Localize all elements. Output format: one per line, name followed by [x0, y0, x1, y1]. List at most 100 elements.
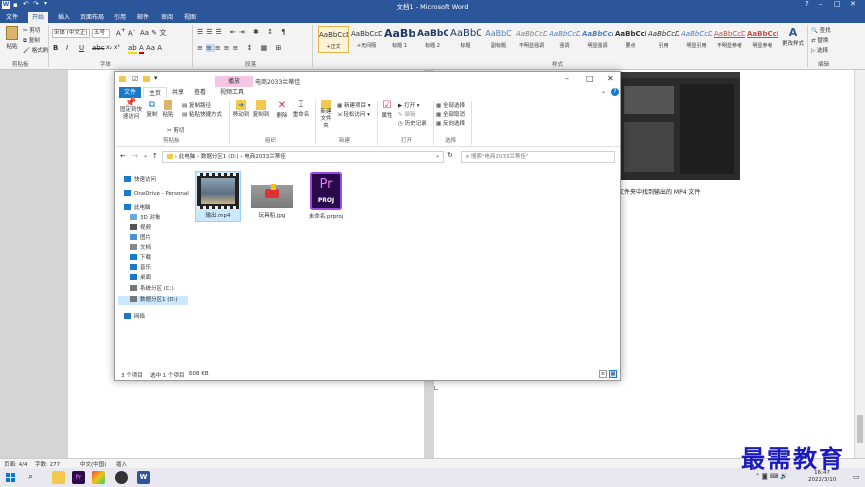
nav-item-11[interactable]: 数据分区1 (D:) — [118, 296, 188, 305]
edit-button[interactable]: ✎ 编辑 — [398, 110, 415, 118]
new-item-button[interactable]: ▦ 新建项目 ▾ — [337, 101, 370, 109]
explorer-tab-video-tools[interactable]: 视频工具 — [215, 87, 249, 98]
style-11[interactable]: AaBbCcDd 明显引用 — [681, 26, 712, 53]
new-folder-qat-icon[interactable] — [143, 76, 150, 82]
forward-icon[interactable]: → — [132, 152, 138, 160]
open-button[interactable]: ▶ 打开 ▾ — [398, 101, 420, 109]
tab-insert[interactable]: 插入 — [54, 12, 74, 23]
style-2[interactable]: AaBb 标题 1 — [384, 26, 415, 53]
chrome-taskbar-icon[interactable] — [115, 471, 128, 484]
notification-icon[interactable]: ▭ — [853, 473, 860, 481]
details-view-icon[interactable]: ≡ — [599, 370, 607, 378]
style-13[interactable]: AaBbCcDd 明显参考 — [747, 26, 778, 53]
word-taskbar-icon[interactable]: W — [137, 471, 150, 484]
style-10[interactable]: AaBbCcDd 引用 — [648, 26, 679, 53]
nav-item-3[interactable]: 3D 对象 — [118, 214, 160, 223]
file-item-mp4[interactable]: 输出.mp4 — [195, 171, 241, 222]
font-color-icon[interactable]: ab A Aa A — [128, 44, 162, 54]
help-icon[interactable]: ? — [805, 0, 809, 8]
cut-button[interactable]: ✂ 剪切 — [167, 126, 184, 134]
font-name-select[interactable]: 宋体 (中文正) — [52, 29, 90, 38]
file-item-prproj[interactable]: Pr PROJ 未命名.prproj — [303, 172, 349, 220]
nav-item-9[interactable]: 桌面 — [118, 274, 151, 283]
paste-button[interactable]: 粘贴 — [161, 100, 175, 118]
pin-quick-access-button[interactable]: 📌 固定到快速访问 — [118, 99, 144, 121]
style-3[interactable]: AaBbC 标题 2 — [417, 26, 448, 53]
properties-qat-icon[interactable]: ☑ — [132, 75, 138, 83]
word-count[interactable]: 字数: 277 — [35, 460, 60, 468]
copy-button[interactable]: ⧉ 复制 — [23, 36, 40, 45]
delete-button[interactable]: ✕ 删除 — [275, 100, 289, 119]
tab-page-layout[interactable]: 页面布局 — [76, 12, 108, 23]
explorer-tab-share[interactable]: 共享 — [167, 87, 189, 98]
replace-button[interactable]: ⇄ 替换 — [811, 36, 828, 44]
invert-selection-button[interactable]: ▦ 反向选择 — [436, 119, 465, 127]
breadcrumb-drive[interactable]: 数据分区1 (D:) — [201, 154, 239, 160]
explorer-tab-home[interactable]: 主页 — [143, 87, 168, 98]
premiere-taskbar-icon[interactable]: Pr — [72, 471, 85, 484]
grow-font-icon[interactable]: A+ A- — [116, 28, 135, 37]
qat-dropdown-icon[interactable]: ▾ — [154, 74, 158, 82]
breadcrumb-folder[interactable]: 电商2033兰蒂佳 — [244, 154, 286, 160]
cut-button[interactable]: ✂ 剪切 — [23, 26, 40, 34]
explorer-maximize-icon[interactable]: □ — [586, 74, 594, 83]
tab-review[interactable]: 审阅 — [157, 12, 177, 23]
style-8[interactable]: AaBbCcDd 明显强调 — [582, 26, 613, 53]
bullets-icon[interactable]: ☰☰☰ ⇤⇥ ✱ ↕ ¶ — [197, 28, 289, 36]
page-count[interactable]: 页面: 4/4 — [4, 460, 27, 468]
properties-button[interactable]: ☑ 属性 — [380, 100, 394, 119]
explorer-close-icon[interactable]: ✕ — [607, 74, 614, 83]
system-tray[interactable]: ⌃ ◙ ⌨ 🔊 — [755, 473, 788, 480]
align-icons[interactable]: ≡≡≡≡≡ ↕ ▦ ⊞ — [197, 44, 284, 52]
scroll-thumb[interactable] — [857, 415, 863, 443]
search-icon[interactable]: ⌕ — [24, 471, 37, 484]
tab-home[interactable]: 开始 — [28, 12, 49, 23]
style-0[interactable]: AaBbCcDd +正文 — [318, 26, 349, 53]
nav-item-0[interactable]: 快速访问 — [118, 176, 156, 185]
style-6[interactable]: AaBbCcDd 不明显强调 — [516, 26, 547, 53]
subscript-icon[interactable]: x₂ x² — [106, 44, 120, 51]
copy-button[interactable]: ⧉ 复制 — [145, 100, 159, 118]
nav-item-2[interactable]: 此电脑 — [118, 204, 151, 213]
file-item-jpg[interactable]: 玩具船.jpg — [249, 172, 295, 219]
app-taskbar-icon[interactable] — [92, 471, 105, 484]
minimize-icon[interactable]: – — [819, 0, 823, 8]
find-button[interactable]: 🔍 查找 — [811, 26, 831, 34]
maximize-icon[interactable]: □ — [834, 0, 841, 8]
ribbon-collapse-icon[interactable]: ⌄ — [601, 88, 606, 95]
italic-icon[interactable]: I — [66, 44, 68, 52]
search-box[interactable]: ⌕ 搜索"电商2033兰蒂佳" — [461, 151, 615, 163]
paste-shortcut-button[interactable]: ▤ 粘贴快捷方式 — [182, 110, 222, 118]
explorer-tab-view[interactable]: 查看 — [189, 87, 211, 98]
change-styles-button[interactable]: A 更改样式 — [781, 26, 805, 47]
insert-mode[interactable]: 插入 — [116, 460, 127, 468]
up-icon[interactable]: ↑ — [152, 152, 158, 160]
copy-to-button[interactable]: 复制到 — [252, 100, 270, 118]
recent-dropdown-icon[interactable]: ⌄ — [143, 152, 148, 159]
font-size-select[interactable]: 五号 — [92, 29, 110, 38]
address-dropdown-icon[interactable]: ⌄ — [435, 152, 440, 159]
select-all-button[interactable]: ▦ 全部选择 — [436, 101, 465, 109]
style-5[interactable]: AaBbC 副标题 — [483, 26, 514, 53]
address-bar[interactable]: › 此电脑 › 数据分区1 (D:) › 电商2033兰蒂佳 — [162, 151, 444, 163]
tab-file[interactable]: 文件 — [2, 12, 23, 23]
tab-mailings[interactable]: 邮件 — [133, 12, 153, 23]
style-9[interactable]: AaBbCcDd 要点 — [615, 26, 646, 53]
word-vertical-scrollbar[interactable] — [855, 70, 865, 458]
refresh-icon[interactable]: ↻ — [447, 151, 453, 159]
history-button[interactable]: ◷ 历史记录 — [398, 119, 427, 127]
tab-references[interactable]: 引用 — [110, 12, 130, 23]
nav-item-7[interactable]: 下载 — [118, 254, 151, 263]
nav-item-12[interactable]: 网络 — [118, 313, 145, 322]
close-icon[interactable]: ✕ — [850, 0, 856, 8]
tab-view[interactable]: 视图 — [180, 12, 200, 23]
large-icons-view-icon[interactable]: ▦ — [609, 370, 617, 378]
underline-icon[interactable]: U — [79, 44, 84, 52]
rename-button[interactable]: ⌶ 重命名 — [292, 100, 310, 118]
style-12[interactable]: AaBbCcDd 不明显参考 — [714, 26, 745, 53]
style-7[interactable]: AaBbCcDd 强调 — [549, 26, 580, 53]
nav-item-10[interactable]: 系统分区 (C:) — [118, 285, 174, 294]
back-icon[interactable]: ← — [120, 152, 126, 160]
style-4[interactable]: AaBbC 标题 — [450, 26, 481, 53]
select-none-button[interactable]: ▦ 全部取消 — [436, 110, 465, 118]
